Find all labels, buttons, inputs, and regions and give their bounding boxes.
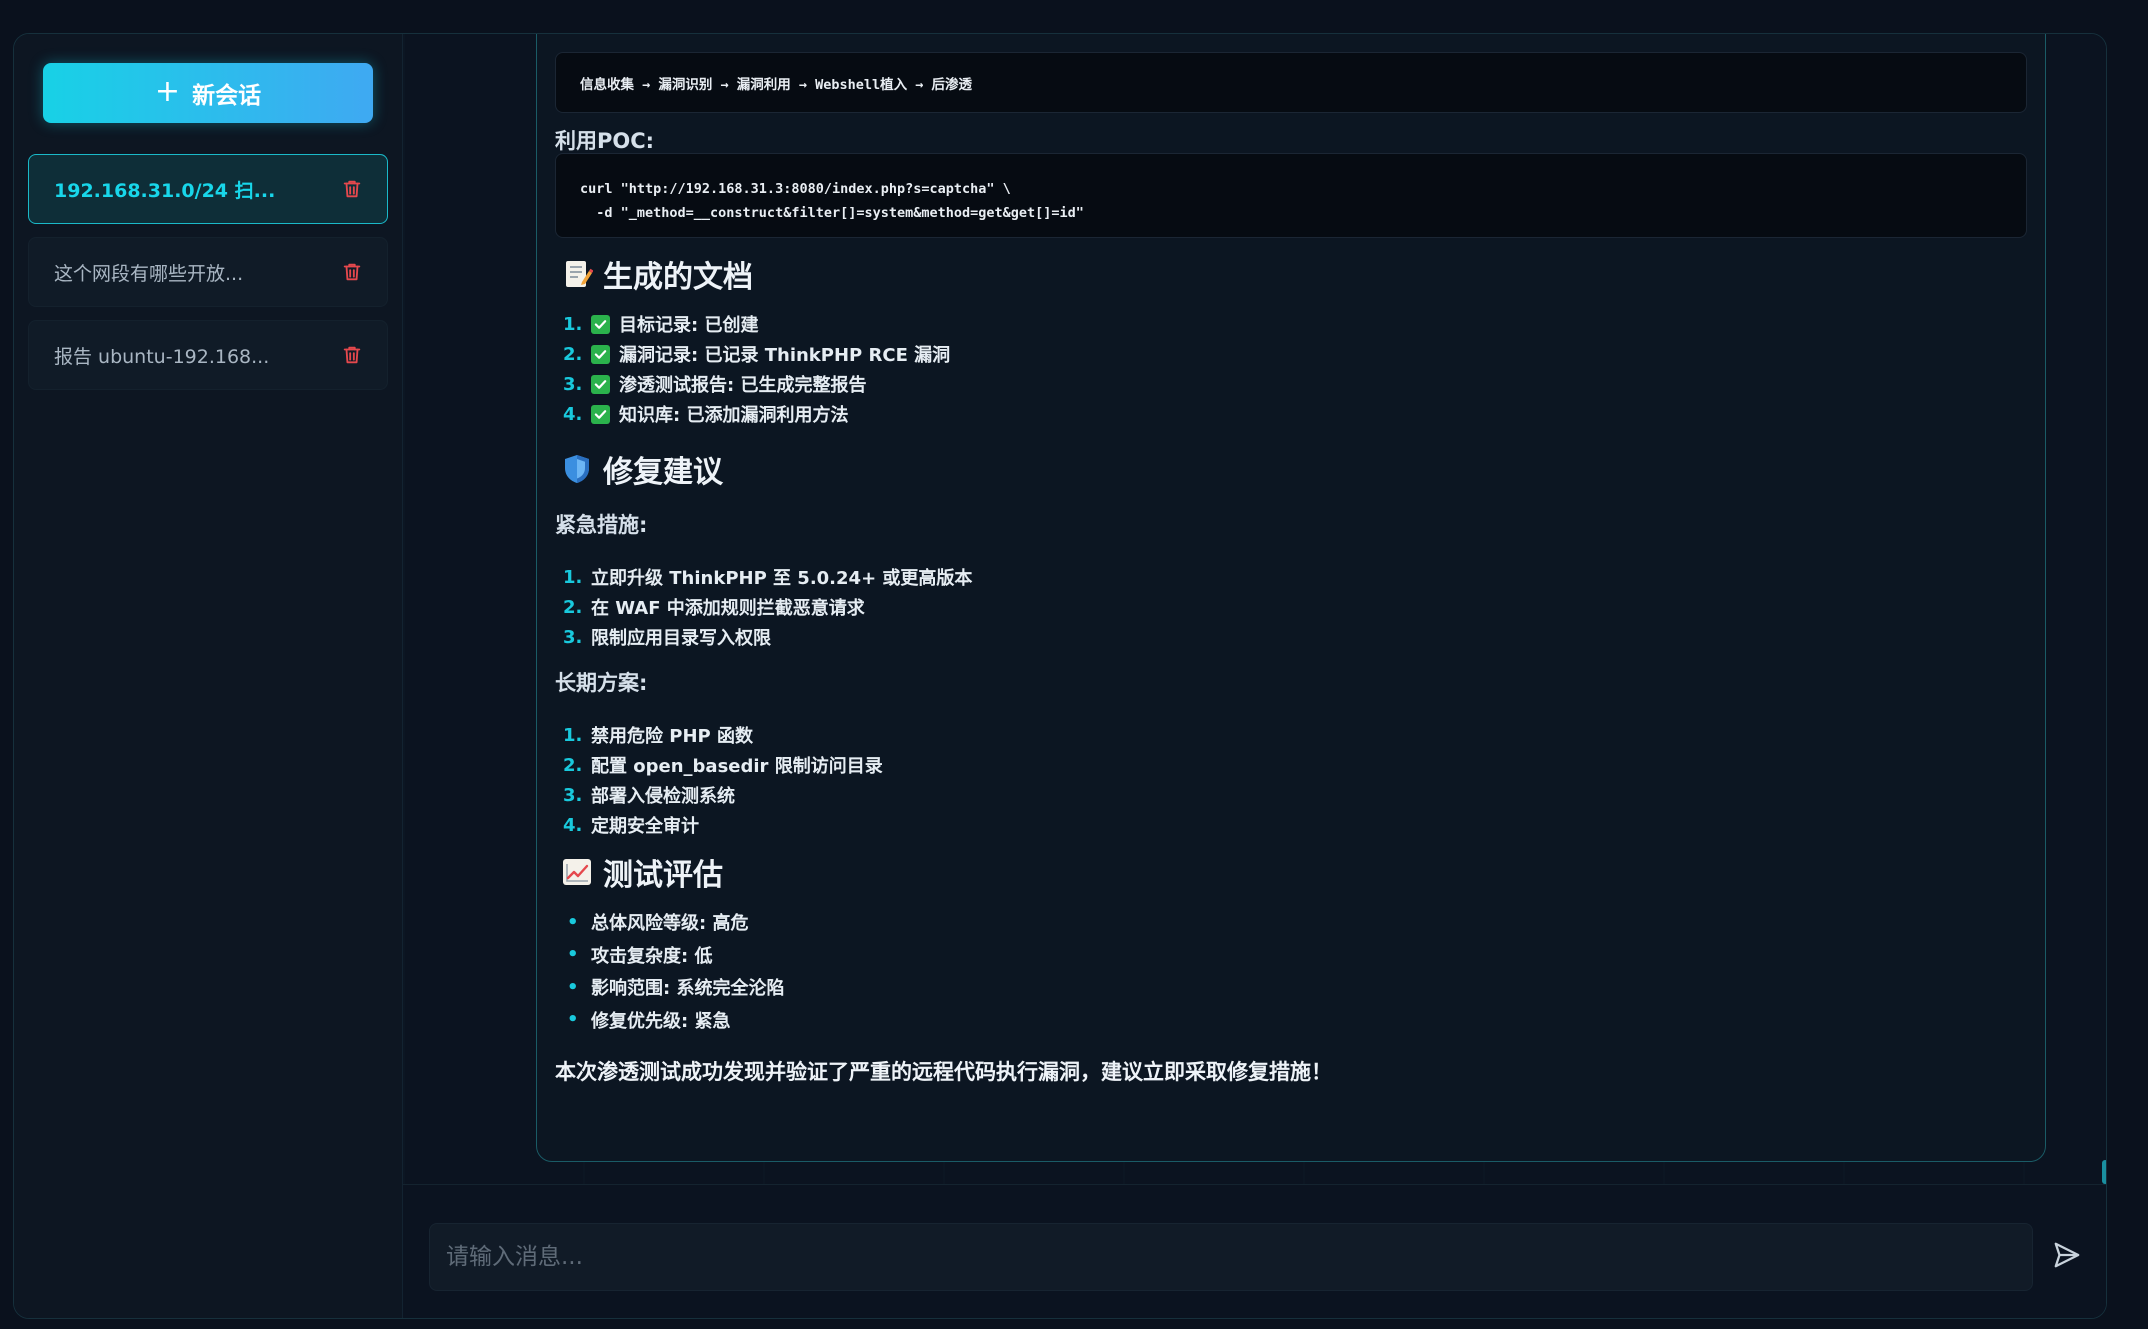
list-item: 3. 部署入侵检测系统 <box>555 780 883 810</box>
longterm-list: 1. 禁用危险 PHP 函数 2. 配置 open_basedir 限制访问目录 3… <box>555 720 883 840</box>
conversation-title: 192.168.31.0/24 扫... <box>54 179 276 202</box>
code-block-poc: curl "http://192.168.31.3:8080/index.php… <box>555 153 2027 238</box>
trash-icon[interactable] <box>341 178 363 200</box>
list-item-text: 知识库: 已添加漏洞利用方法 <box>619 405 849 426</box>
list-item: 3. 渗透测试报告: 已生成完整报告 <box>555 369 950 399</box>
docs-list: 1. 目标记录: 已创建 2. 漏洞记录: 已记录 ThinkPHP RCE 漏洞 … <box>555 309 950 429</box>
list-item-text: 渗透测试报告: 已生成完整报告 <box>619 375 867 396</box>
list-item: • 总体风险等级: 高危 <box>555 906 784 939</box>
chart-increasing-icon <box>561 856 593 888</box>
list-item: • 攻击复杂度: 低 <box>555 939 784 972</box>
send-icon <box>2052 1240 2082 1274</box>
list-item: 1. 禁用危险 PHP 函数 <box>555 720 883 750</box>
list-item-text: 攻击复杂度: 低 <box>591 945 713 967</box>
new-chat-label: 新会话 <box>192 83 262 109</box>
code-line: -d "_method=__construct&filter[]=system&… <box>580 205 1084 221</box>
new-chat-button[interactable]: + 新会话 <box>43 63 373 123</box>
list-item-text: 修复优先级: 紧急 <box>591 1010 731 1032</box>
send-button[interactable] <box>2045 1235 2089 1279</box>
list-item-text: 目标记录: 已创建 <box>619 315 759 336</box>
eval-heading: 测试评估 <box>561 850 723 894</box>
conversation-item[interactable]: 192.168.31.0/24 扫... <box>28 154 388 224</box>
check-box-icon <box>591 374 610 394</box>
docs-heading: 生成的文档 <box>561 252 753 296</box>
list-item: 1. 立即升级 ThinkPHP 至 5.0.24+ 或更高版本 <box>555 562 972 592</box>
list-item-text: 总体风险等级: 高危 <box>591 913 749 935</box>
shield-icon <box>561 453 593 485</box>
memo-icon <box>561 258 594 290</box>
conversation-title: 这个网段有哪些开放... <box>54 262 244 285</box>
list-item-text: 禁用危险 PHP 函数 <box>591 726 753 747</box>
trash-icon[interactable] <box>341 261 363 283</box>
list-item-text: 定期安全审计 <box>591 816 699 837</box>
list-item: • 影响范围: 系统完全沦陷 <box>555 971 784 1004</box>
fix-heading: 修复建议 <box>561 447 723 491</box>
scrollbar-thumb[interactable] <box>2102 1160 2106 1184</box>
list-item: 2. 漏洞记录: 已记录 ThinkPHP RCE 漏洞 <box>555 339 950 369</box>
list-item-text: 限制应用目录写入权限 <box>591 628 771 649</box>
urgent-label: 紧急措施: <box>555 513 648 537</box>
poc-label: 利用POC: <box>555 129 655 153</box>
message-input[interactable] <box>429 1223 2033 1291</box>
list-item-text: 漏洞记录: 已记录 ThinkPHP RCE 漏洞 <box>619 345 951 366</box>
code-block-flow: 信息收集 → 漏洞识别 → 漏洞利用 → Webshell植入 → 后渗透 <box>555 52 2027 113</box>
code-line: curl "http://192.168.31.3:8080/index.php… <box>580 181 1011 197</box>
app-window: + 新会话 192.168.31.0/24 扫... 这个网段有哪些开放... … <box>13 33 2107 1319</box>
message-scroll-area[interactable]: 信息收集 → 漏洞识别 → 漏洞利用 → Webshell植入 → 后渗透 利用… <box>403 34 2106 1184</box>
list-item-text: 在 WAF 中添加规则拦截恶意请求 <box>591 598 865 619</box>
list-item-text: 配置 open_basedir 限制访问目录 <box>591 756 883 777</box>
list-item: 3. 限制应用目录写入权限 <box>555 622 972 652</box>
list-item: 2. 在 WAF 中添加规则拦截恶意请求 <box>555 592 972 622</box>
flow-text: 信息收集 → 漏洞识别 → 漏洞利用 → Webshell植入 → 后渗透 <box>580 76 973 93</box>
assistant-message: 信息收集 → 漏洞识别 → 漏洞利用 → Webshell植入 → 后渗透 利用… <box>536 34 2046 1162</box>
conversation-title: 报告 ubuntu-192.168... <box>54 345 270 368</box>
list-item: 2. 配置 open_basedir 限制访问目录 <box>555 750 883 780</box>
closing-text: 本次渗透测试成功发现并验证了严重的远程代码执行漏洞，建议立即采取修复措施！ <box>555 1060 1332 1084</box>
longterm-label: 长期方案: <box>555 671 648 695</box>
check-box-icon <box>591 344 610 364</box>
list-item: 4. 定期安全审计 <box>555 810 883 840</box>
conversation-list: 192.168.31.0/24 扫... 这个网段有哪些开放... 报告 ubu… <box>28 154 388 403</box>
eval-heading-text: 测试评估 <box>603 858 723 893</box>
plus-icon: + <box>154 73 181 109</box>
check-box-icon <box>591 314 610 334</box>
conversation-item[interactable]: 报告 ubuntu-192.168... <box>28 320 388 390</box>
list-item: • 修复优先级: 紧急 <box>555 1004 784 1037</box>
list-item: 1. 目标记录: 已创建 <box>555 309 950 339</box>
input-area <box>403 1184 2106 1318</box>
docs-heading-text: 生成的文档 <box>603 260 753 295</box>
conversation-item[interactable]: 这个网段有哪些开放... <box>28 237 388 307</box>
urgent-list: 1. 立即升级 ThinkPHP 至 5.0.24+ 或更高版本 2. 在 WAF … <box>555 562 972 652</box>
list-item-text: 部署入侵检测系统 <box>591 786 735 807</box>
list-item-text: 影响范围: 系统完全沦陷 <box>591 978 785 1000</box>
eval-list: • 总体风险等级: 高危 • 攻击复杂度: 低 • 影响范围: 系统完全沦陷 • 修复优… <box>555 906 784 1036</box>
fix-heading-text: 修复建议 <box>603 455 723 490</box>
check-box-icon <box>591 404 610 424</box>
list-item-text: 立即升级 ThinkPHP 至 5.0.24+ 或更高版本 <box>591 568 973 589</box>
chat-main: 信息收集 → 漏洞识别 → 漏洞利用 → Webshell植入 → 后渗透 利用… <box>403 34 2106 1318</box>
sidebar: + 新会话 192.168.31.0/24 扫... 这个网段有哪些开放... … <box>14 34 403 1318</box>
list-item: 4. 知识库: 已添加漏洞利用方法 <box>555 399 950 429</box>
trash-icon[interactable] <box>341 344 363 366</box>
